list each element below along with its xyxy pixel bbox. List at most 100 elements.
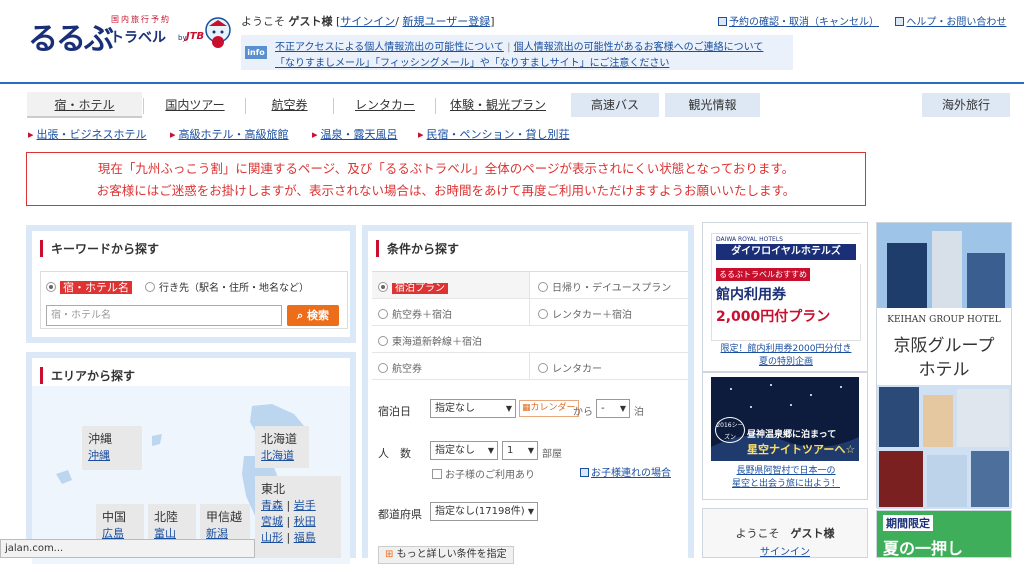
nav-divider <box>333 98 334 114</box>
night-link-2[interactable]: 星空と出会う旅に出よう！ <box>707 478 865 491</box>
season-badge: 2016シーズン <box>715 417 745 443</box>
opt-shinkansen-stay[interactable]: 東海道新幹線＋宿泊 <box>378 333 482 348</box>
aomori-link[interactable]: 青森 <box>261 499 283 512</box>
subnav-onsen[interactable]: ▸ 温泉・露天風呂 <box>312 126 398 142</box>
subnav-luxury[interactable]: ▸ 高級ホテル・高級旅館 <box>170 126 289 142</box>
daiwa-link-2[interactable]: 夏の特別企画 <box>707 356 865 369</box>
night-text-1: 昼神温泉郷に泊まって <box>747 430 837 440</box>
nights-select[interactable]: - ▼ <box>596 399 630 418</box>
nav-divider <box>245 98 246 114</box>
region-koshinetsu: 甲信越 新潟 <box>200 504 250 544</box>
region-hokkaido: 北海道 北海道 <box>255 426 309 468</box>
yamagata-link[interactable]: 山形 <box>261 531 283 544</box>
daiwa-banner: DAIWA ROYAL HOTELS ダイワロイヤルホテルズ るるぶトラベルおす… <box>711 233 862 341</box>
opt-stay-plan[interactable]: 宿泊プラン <box>378 279 448 294</box>
arrow-icon: ▸ <box>312 128 318 141</box>
info-link-1[interactable]: 不正アクセスによる個人情報流出の可能性について <box>275 42 504 53</box>
signin-link[interactable]: サインイン <box>340 15 395 28</box>
calendar-icon: ▦ <box>522 403 531 413</box>
sub-nav: ▸ 出張・ビジネスホテル ▸ 高級ホテル・高級旅館 ▸ 温泉・露天風呂 ▸ 民宿・ペンシ… <box>0 122 1024 144</box>
arrow-icon: ▸ <box>418 128 424 141</box>
night-ad[interactable]: 2016シーズン 昼神温泉郷に泊まって 星空ナイトツアーへ☆ 長野県阿智村で日本… <box>702 372 868 500</box>
keihan-jp-1: 京阪グループ <box>893 336 995 356</box>
info-link-2[interactable]: 個人情報流出の可能性があるお客様へのご連絡について <box>514 42 764 53</box>
dropdown-icon: ▼ <box>619 404 626 413</box>
opt-car-stay[interactable]: レンタカー＋宿泊 <box>538 306 632 321</box>
status-bar: jalan.com... <box>0 539 255 558</box>
tab-rental-car[interactable]: レンタカー <box>335 92 435 118</box>
signin-link-2[interactable]: サインイン <box>760 547 810 558</box>
opt-air-stay[interactable]: 航空券＋宿泊 <box>378 306 452 321</box>
okinawa-link[interactable]: 沖縄 <box>88 449 110 462</box>
area-title: エリアから探す <box>40 367 135 384</box>
calendar-button[interactable]: ▦カレンダー <box>519 400 579 417</box>
keyword-input[interactable]: 宿・ホテル名 <box>46 305 282 326</box>
stay-date-select[interactable]: 指定なし ▼ <box>430 399 516 418</box>
children-checkbox[interactable]: お子様のご利用あり <box>432 466 535 481</box>
more-conditions-button[interactable]: ⊞ もっと詳しい条件を指定 <box>378 546 514 564</box>
pref-select[interactable]: 指定なし(17198件) ▼ <box>430 502 538 521</box>
info-icon <box>580 468 589 477</box>
dropdown-icon: ▼ <box>505 404 512 413</box>
radio-icon <box>378 282 388 292</box>
keihan-ad[interactable]: KEIHAN GROUP HOTEL 京阪グループ ホテル <box>876 222 1012 509</box>
tab-domestic-tour[interactable]: 国内ツアー <box>145 92 245 118</box>
people-label: 人 数 <box>378 447 411 460</box>
rooms-select[interactable]: 1 ▼ <box>502 441 538 460</box>
fukushima-link[interactable]: 福島 <box>294 531 316 544</box>
jtb-logo: JTB <box>186 31 205 42</box>
nights-unit: 泊 <box>634 407 644 418</box>
nav-divider <box>143 98 144 114</box>
tab-hotel[interactable]: 宿・ホテル <box>27 92 142 118</box>
opt-hotel-name[interactable]: 宿・ホテル名 <box>46 279 132 295</box>
reservation-link[interactable]: 予約の確認・取消（キャンセル） <box>729 17 879 28</box>
daiwa-ad[interactable]: DAIWA ROYAL HOTELS ダイワロイヤルホテルズ るるぶトラベルおす… <box>702 222 868 372</box>
header: るるぶ 国内旅行予約 トラベル by JTB ようこそ ゲスト様 [サインイン/… <box>0 0 1024 82</box>
limited-banner[interactable]: 期間限定 夏の一押し <box>876 510 1012 558</box>
condition-panel: 条件から探す 宿泊プラン 日帰り・デイユースプラン 航空券＋宿泊 レンタカー＋宿… <box>362 225 694 564</box>
hokkaido-link[interactable]: 北海道 <box>261 449 294 462</box>
opt-destination[interactable]: 行き先（駅名・住所・地名など） <box>145 279 309 294</box>
tab-overseas[interactable]: 海外旅行 <box>922 93 1010 117</box>
miyagi-link[interactable]: 宮城 <box>261 515 283 528</box>
akita-link[interactable]: 秋田 <box>294 515 316 528</box>
region-hokuriku: 北陸 富山 <box>148 504 196 544</box>
logo-main-text: るるぶ <box>28 22 114 57</box>
region-okinawa: 沖縄 沖縄 <box>82 426 142 470</box>
register-link[interactable]: 新規ユーザー登録 <box>403 15 491 28</box>
keyword-title: キーワードから探す <box>40 240 159 257</box>
tab-air[interactable]: 航空券 <box>247 92 332 118</box>
opt-car[interactable]: レンタカー <box>538 360 602 375</box>
tab-sightseeing[interactable]: 観光情報 <box>665 93 760 117</box>
keyword-search-button[interactable]: ⌕ 検索 <box>287 305 339 326</box>
people-select[interactable]: 指定なし ▼ <box>430 441 498 460</box>
daiwa-tag: るるぶトラベルおすすめ <box>716 268 810 281</box>
info-link-3[interactable]: 「なりすましメール」「フィッシングメール」や「なりすましサイト」にご注意ください <box>275 58 669 69</box>
subnav-business[interactable]: ▸ 出張・ビジネスホテル <box>28 126 147 142</box>
keihan-en: KEIHAN GROUP HOTEL <box>887 315 1001 325</box>
opt-air[interactable]: 航空券 <box>378 360 422 375</box>
daiwa-link[interactable]: 限定！館内利用券2000円分付き <box>707 343 865 356</box>
night-link[interactable]: 長野県阿智村で日本一の <box>707 465 865 478</box>
nav-divider <box>435 98 436 114</box>
children-link[interactable]: お子様連れの場合 <box>580 464 671 479</box>
from-label: から <box>573 407 593 418</box>
arrow-icon: ▸ <box>28 128 34 141</box>
keyword-form: 宿・ホテル名 行き先（駅名・住所・地名など） 宿・ホテル名 ⌕ 検索 <box>40 271 348 329</box>
iwate-link[interactable]: 岩手 <box>294 499 316 512</box>
region-tohoku: 東北 青森 | 岩手 宮城 | 秋田 山形 | 福島 <box>255 476 341 558</box>
radio-icon <box>538 363 548 373</box>
condition-title: 条件から探す <box>376 240 459 257</box>
logo-travel-text: トラベル <box>110 30 166 46</box>
subnav-pension[interactable]: ▸ 民宿・ペンション・貸し別荘 <box>418 126 570 142</box>
rurubu-logo[interactable]: るるぶ 国内旅行予約 トラベル by JTB <box>28 12 233 57</box>
keyword-panel: キーワードから探す 宿・ホテル名 行き先（駅名・住所・地名など） 宿・ホテル名 … <box>26 225 356 343</box>
help-link[interactable]: ヘルプ・お問い合わせ <box>906 17 1006 28</box>
tab-experience[interactable]: 体験・観光プラン <box>437 92 559 118</box>
top-links: 予約の確認・取消（キャンセル） ヘルプ・お問い合わせ <box>718 13 1006 28</box>
opt-dayuse[interactable]: 日帰り・デイユースプラン <box>538 279 671 294</box>
hotel-building-image <box>877 223 1011 308</box>
logo-sub-text: 国内旅行予約 <box>111 15 171 24</box>
info-label: info <box>245 46 267 59</box>
tab-highway-bus[interactable]: 高速バス <box>571 93 659 117</box>
